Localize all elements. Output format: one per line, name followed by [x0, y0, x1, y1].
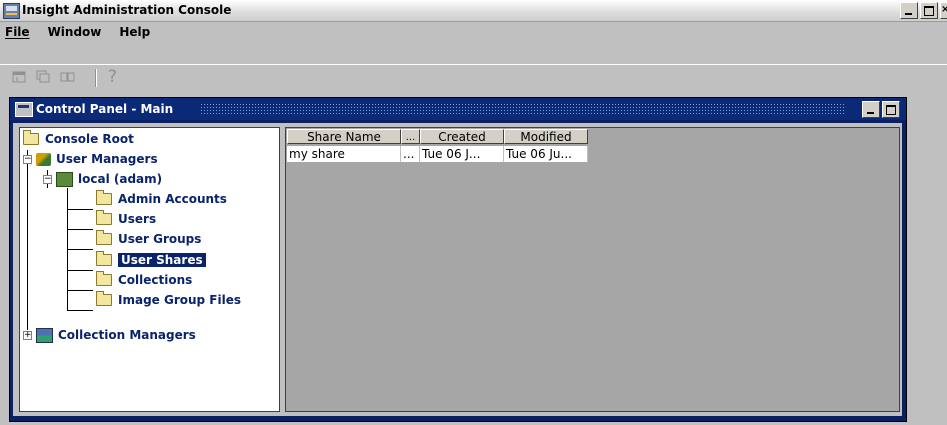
panel-window-controls	[862, 101, 900, 118]
collapse-icon[interactable]: −	[43, 174, 52, 184]
collapse-icon[interactable]: −	[23, 154, 32, 164]
tree-node-collection-managers[interactable]: + Collection Managers	[23, 325, 196, 345]
control-panel-titlebar[interactable]: Control Panel - Main	[10, 98, 906, 120]
shares-table: Share Name ... Created Modified my share…	[285, 127, 900, 412]
tree-node-console-root[interactable]: Console Root	[23, 129, 134, 149]
app-title: Insight Administration Console	[22, 3, 232, 17]
cell-modified: Tue 06 Ju...	[504, 146, 588, 162]
tree-node-user-managers[interactable]: − User Managers	[23, 149, 158, 169]
tree-line	[67, 290, 93, 291]
cell-truncated: ...	[401, 146, 420, 162]
menu-help[interactable]: Help	[117, 22, 152, 42]
tree-node-label: User Managers	[56, 152, 158, 166]
control-panel-body: Console Root − User Managers − local (ad…	[13, 123, 902, 416]
tree-node-admin-accounts[interactable]: Admin Accounts	[96, 189, 227, 209]
tree-node-user-shares[interactable]: User Shares	[96, 250, 206, 270]
folder-icon	[96, 230, 112, 245]
folder-icon	[96, 251, 112, 266]
app-icon	[3, 3, 20, 19]
folder-icon	[96, 210, 112, 225]
column-header-created[interactable]: Created	[420, 129, 504, 144]
tree-node-collections[interactable]: Collections	[96, 270, 192, 290]
titlebar-grip	[200, 103, 845, 114]
maximize-button[interactable]	[920, 2, 938, 19]
folder-icon	[96, 271, 112, 286]
tree-node-label: Collections	[118, 273, 193, 287]
folder-icon	[96, 190, 112, 205]
user-managers-icon	[36, 152, 51, 166]
help-icon[interactable]: ?	[108, 67, 124, 87]
tree-line	[67, 209, 93, 210]
tree-node-label: Users	[118, 212, 157, 226]
tree-line	[67, 229, 93, 230]
tile-icon[interactable]	[60, 70, 75, 84]
menu-file[interactable]: File	[3, 22, 32, 42]
tree-node-label: Console Root	[45, 132, 134, 146]
tree-node-local[interactable]: − local (adam)	[43, 169, 162, 189]
cell-created: Tue 06 J...	[420, 146, 504, 162]
minimize-button[interactable]	[900, 2, 918, 19]
folder-icon	[23, 130, 39, 145]
control-panel-title: Control Panel - Main	[36, 102, 174, 116]
control-panel-window: Control Panel - Main Console Root − User…	[9, 97, 907, 422]
menubar: File Window Help	[0, 22, 947, 42]
menu-window[interactable]: Window	[46, 22, 104, 42]
folder-icon	[96, 291, 112, 306]
column-header-modified[interactable]: Modified	[504, 129, 588, 144]
tree-line	[27, 150, 28, 330]
window-controls: ×	[900, 2, 947, 19]
column-header-truncated[interactable]: ...	[401, 129, 420, 144]
tree-node-user-groups[interactable]: User Groups	[96, 229, 201, 249]
server-icon	[56, 171, 73, 187]
tree-line	[67, 249, 93, 250]
column-header-share-name[interactable]: Share Name	[287, 129, 401, 144]
collection-managers-icon	[36, 327, 53, 343]
tree-node-label: local (adam)	[78, 172, 163, 186]
expand-icon[interactable]: +	[23, 330, 32, 340]
app-titlebar: Insight Administration Console ×	[0, 0, 947, 22]
tree-node-label-selected: User Shares	[118, 253, 206, 267]
tree-line	[67, 310, 93, 311]
toolbar-separator	[95, 69, 97, 87]
toolbar: ?	[0, 64, 947, 91]
tree-node-label: User Groups	[118, 232, 202, 246]
cell-share-name: my share	[287, 146, 401, 162]
tree-node-label: Image Group Files	[118, 293, 241, 307]
tree-node-label: Collection Managers	[58, 328, 196, 342]
close-button[interactable]: ×	[940, 2, 947, 19]
panel-minimize-button[interactable]	[862, 101, 880, 118]
window-icon	[15, 102, 33, 117]
tree-node-users[interactable]: Users	[96, 209, 156, 229]
cascade-icon[interactable]	[36, 70, 50, 84]
console-tree: Console Root − User Managers − local (ad…	[19, 127, 280, 412]
panel-maximize-button[interactable]	[882, 101, 900, 118]
tree-line	[67, 270, 93, 271]
table-header: Share Name ... Created Modified	[287, 129, 588, 145]
new-window-icon[interactable]	[12, 70, 26, 84]
tree-node-image-group-files[interactable]: Image Group Files	[96, 290, 241, 310]
table-row[interactable]: my share ... Tue 06 J... Tue 06 Ju...	[287, 146, 588, 162]
tree-node-label: Admin Accounts	[118, 192, 227, 206]
